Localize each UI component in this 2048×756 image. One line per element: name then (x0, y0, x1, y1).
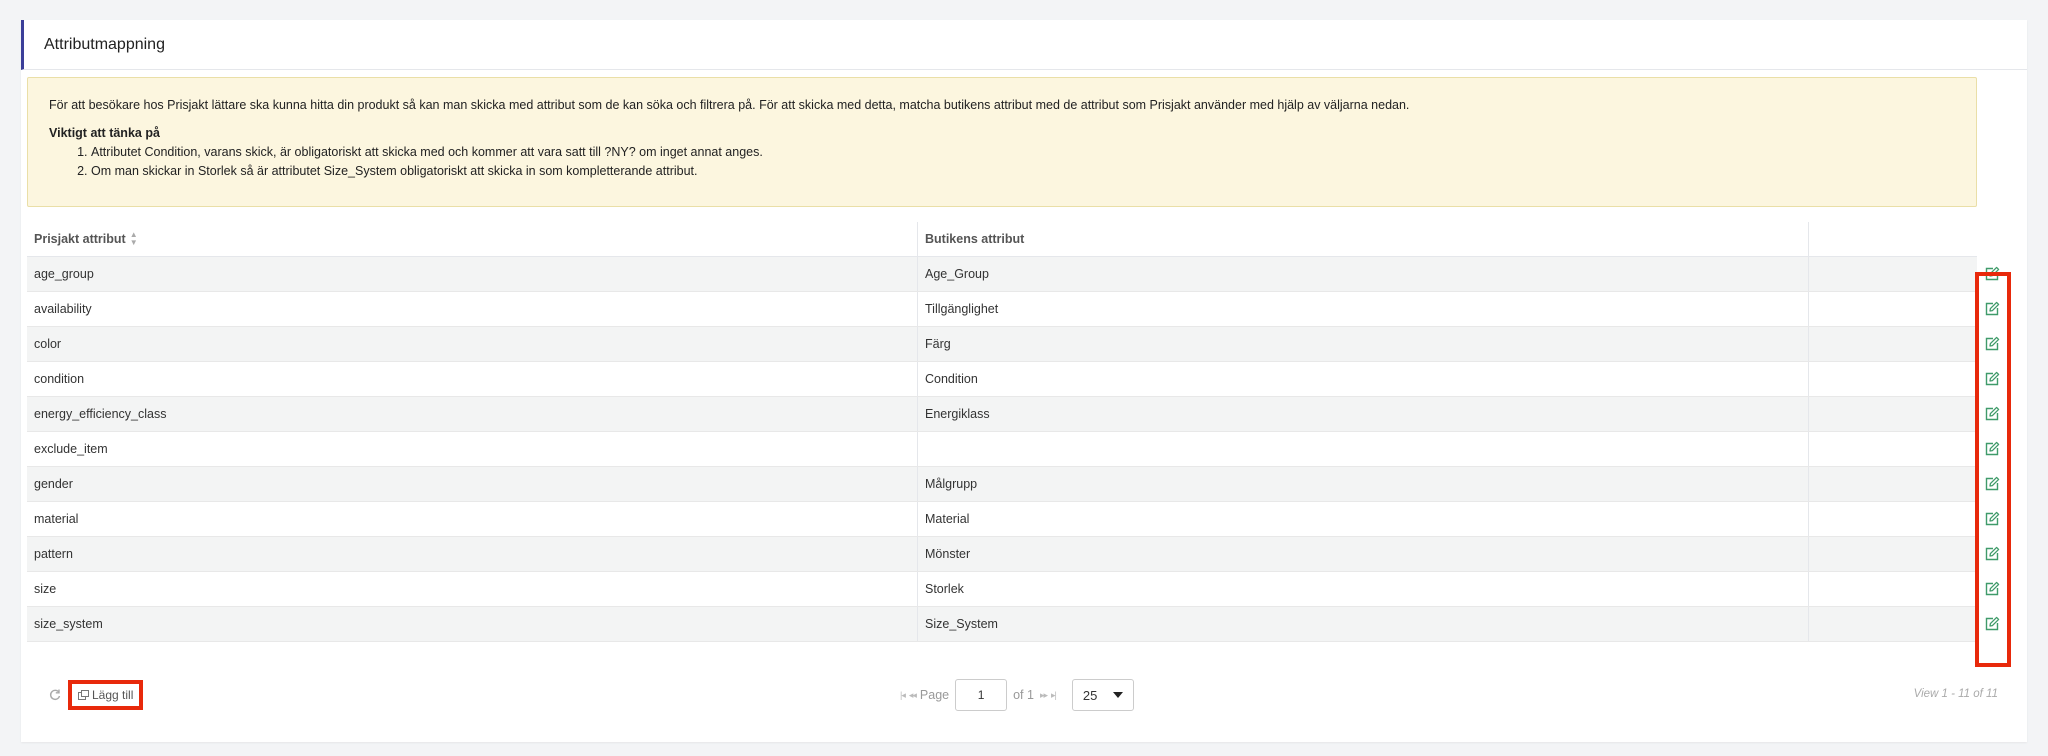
page-label: Page (919, 688, 950, 702)
cell-butik: Färg (918, 327, 1809, 361)
table-row[interactable]: color Färg (27, 327, 1977, 362)
cell-actions (1809, 327, 1977, 361)
grid-body: age_group Age_Group availability Tillgängli… (27, 257, 1977, 642)
cell-prisjakt: energy_efficiency_class (27, 397, 918, 431)
cell-prisjakt: size (27, 572, 918, 606)
edit-icon[interactable] (1982, 509, 2002, 529)
cell-prisjakt: color (27, 327, 918, 361)
cell-actions (1809, 432, 1977, 466)
cell-butik: Målgrupp (918, 467, 1809, 501)
cell-actions (1809, 607, 1977, 641)
edit-icon[interactable] (1982, 369, 2002, 389)
cell-prisjakt: availability (27, 292, 918, 326)
add-button[interactable]: Lägg till (68, 680, 144, 710)
edit-icon[interactable] (1982, 474, 2002, 494)
notice-item: Attributet Condition, varans skick, är o… (91, 143, 1955, 162)
notice-item: Om man skickar in Storlek så är attribut… (91, 162, 1955, 181)
edit-icon[interactable] (1982, 334, 2002, 354)
page-count: of 1 (1013, 688, 1034, 702)
table-row[interactable]: age_group Age_Group (27, 257, 1977, 292)
cell-actions (1809, 572, 1977, 606)
chevron-down-icon (1112, 692, 1123, 698)
cell-prisjakt: material (27, 502, 918, 536)
cell-actions (1809, 292, 1977, 326)
cell-prisjakt: exclude_item (27, 432, 918, 466)
add-button-label: Lägg till (92, 688, 134, 702)
view-info: View 1 - 11 of 11 (1913, 688, 1998, 700)
edit-icon[interactable] (1982, 404, 2002, 424)
column-header-butik[interactable]: Butikens attribut (918, 222, 1809, 256)
cell-actions (1809, 257, 1977, 291)
cell-butik (918, 432, 1809, 466)
pager: |◂ ◂◂ Page of 1 ▸▸ ▸| 25 (900, 678, 1134, 712)
edit-icon[interactable] (1982, 439, 2002, 459)
cell-prisjakt: gender (27, 467, 918, 501)
column-header-prisjakt[interactable]: Prisjakt attribut ▲ ▼ (27, 222, 918, 256)
table-row[interactable]: size Storlek (27, 572, 1977, 607)
edit-icon[interactable] (1982, 544, 2002, 564)
info-notice: För att besökare hos Prisjakt lättare sk… (27, 77, 1977, 207)
next-page-icon[interactable]: ▸▸ (1040, 690, 1048, 701)
refresh-icon[interactable] (48, 688, 62, 702)
cell-prisjakt: condition (27, 362, 918, 396)
cell-butik: Storlek (918, 572, 1809, 606)
table-row[interactable]: size_system Size_System (27, 607, 1977, 642)
table-row[interactable]: exclude_item (27, 432, 1977, 467)
table-row[interactable]: condition Condition (27, 362, 1977, 397)
sort-icon[interactable]: ▲ ▼ (130, 231, 138, 247)
first-page-icon[interactable]: |◂ (900, 690, 906, 701)
cell-prisjakt: pattern (27, 537, 918, 571)
grid-header: Prisjakt attribut ▲ ▼ Butikens attribut (27, 222, 1977, 257)
attribute-grid: Prisjakt attribut ▲ ▼ Butikens attribut a… (27, 222, 1977, 642)
grid-footer: Lägg till |◂ ◂◂ Page of 1 ▸▸ ▸| 25 View … (48, 678, 1998, 712)
cell-prisjakt: age_group (27, 257, 918, 291)
table-row[interactable]: gender Målgrupp (27, 467, 1977, 502)
cell-butik: Age_Group (918, 257, 1809, 291)
table-row[interactable]: pattern Mönster (27, 537, 1977, 572)
cell-butik: Energiklass (918, 397, 1809, 431)
cell-actions (1809, 467, 1977, 501)
edit-icon[interactable] (1982, 614, 2002, 634)
page-input[interactable] (955, 679, 1008, 711)
table-row[interactable]: energy_efficiency_class Energiklass (27, 397, 1977, 432)
cell-butik: Material (918, 502, 1809, 536)
page-title: Attributmappning (44, 35, 165, 53)
column-header-actions (1809, 222, 1977, 256)
cell-butik: Condition (918, 362, 1809, 396)
prev-page-icon[interactable]: ◂◂ (909, 690, 917, 701)
cell-actions (1809, 502, 1977, 536)
cell-actions (1809, 537, 1977, 571)
page-size-select[interactable]: 25 (1071, 679, 1134, 711)
notice-intro: För att besökare hos Prisjakt lättare sk… (49, 98, 1410, 112)
cell-actions (1809, 362, 1977, 396)
cell-prisjakt: size_system (27, 607, 918, 641)
cell-butik: Mönster (918, 537, 1809, 571)
cell-butik: Size_System (918, 607, 1809, 641)
notice-heading: Viktigt att tänka på (49, 126, 160, 140)
cell-butik: Tillgänglighet (918, 292, 1809, 326)
panel-header: Attributmappning (21, 20, 2027, 70)
page-size-value: 25 (1082, 687, 1098, 703)
table-row[interactable]: availability Tillgänglighet (27, 292, 1977, 327)
cell-actions (1809, 397, 1977, 431)
last-page-icon[interactable]: ▸| (1051, 690, 1057, 701)
add-row-icon (78, 690, 89, 700)
edit-icon[interactable] (1982, 579, 2002, 599)
notice-list: Attributet Condition, varans skick, är o… (49, 143, 1955, 181)
table-row[interactable]: material Material (27, 502, 1977, 537)
edit-icon[interactable] (1982, 264, 2002, 284)
edit-icon[interactable] (1982, 299, 2002, 319)
